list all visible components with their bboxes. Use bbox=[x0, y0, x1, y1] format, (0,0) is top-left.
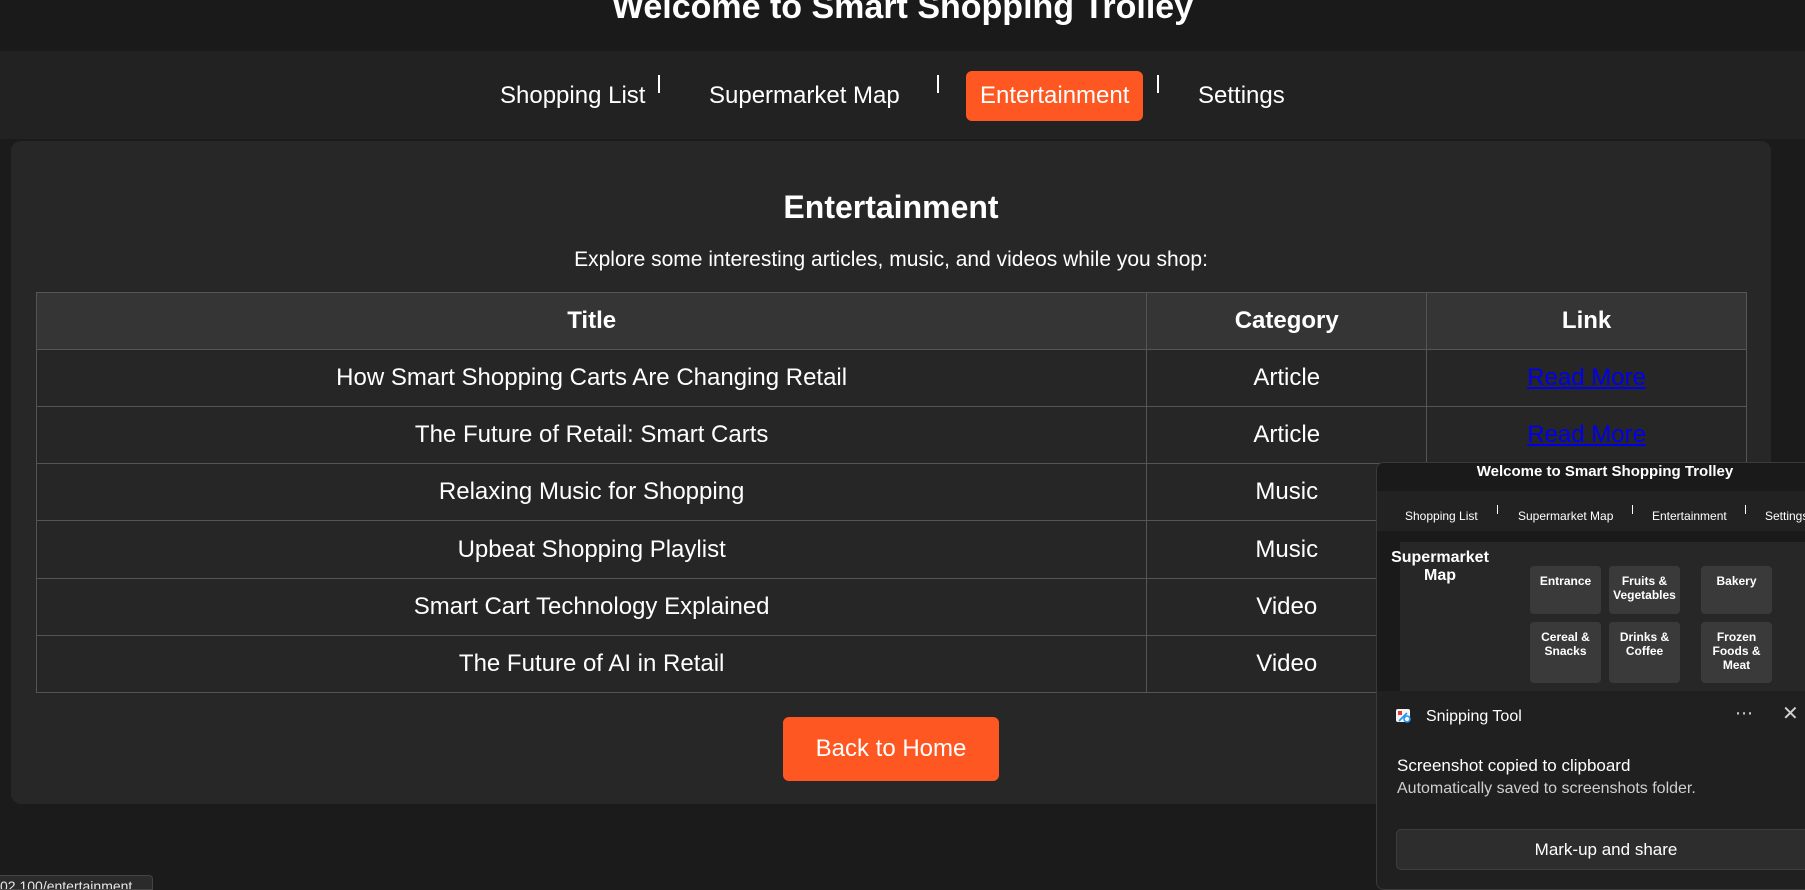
cell-category: Article bbox=[1146, 348, 1428, 408]
column-header-category: Category bbox=[1146, 292, 1428, 350]
thumbnail-map-section: Bakery bbox=[1701, 566, 1772, 614]
main-nav: Shopping List Supermarket Map Entertainm… bbox=[0, 51, 1805, 139]
thumbnail-map-section: Cereal & Snacks bbox=[1530, 622, 1601, 683]
nav-entertainment[interactable]: Entertainment bbox=[966, 71, 1144, 121]
cell-link: Read More bbox=[1426, 348, 1747, 408]
notification-app-name: Snipping Tool bbox=[1426, 708, 1522, 725]
cell-title: How Smart Shopping Carts Are Changing Re… bbox=[35, 348, 1148, 408]
read-more-link[interactable]: Read More bbox=[1527, 364, 1646, 391]
snipping-tool-icon bbox=[1396, 709, 1411, 723]
cell-title: The Future of Retail: Smart Carts bbox=[35, 406, 1148, 465]
cell-link: Read More bbox=[1426, 406, 1747, 465]
thumbnail-nav-separator bbox=[1497, 505, 1498, 514]
thumbnail-map-section: Frozen Foods & Meat bbox=[1701, 622, 1772, 683]
status-url-text: 02.100/entertainment bbox=[0, 878, 133, 890]
thumbnail-map-title: Supermarket Map bbox=[1391, 549, 1489, 584]
table-row: The Future of Retail: Smart Carts Articl… bbox=[35, 406, 1747, 465]
thumbnail-nav: Shopping List Supermarket Map Entertainm… bbox=[1377, 491, 1805, 531]
ellipsis-icon[interactable]: ⋯ bbox=[1735, 703, 1753, 724]
nav-supermarket-map[interactable]: Supermarket Map bbox=[695, 71, 914, 121]
cell-category: Article bbox=[1146, 406, 1428, 465]
thumbnail-nav-separator bbox=[1745, 505, 1746, 514]
column-header-link: Link bbox=[1426, 292, 1747, 350]
thumbnail-map-section: Fruits & Vegetables bbox=[1609, 566, 1680, 614]
thumbnail-nav-item: Shopping List bbox=[1405, 509, 1478, 523]
back-to-home-button[interactable]: Back to Home bbox=[783, 717, 999, 781]
thumbnail-title: Welcome to Smart Shopping Trolley bbox=[1476, 463, 1734, 480]
cell-title: Relaxing Music for Shopping bbox=[35, 463, 1148, 522]
site-title: Welcome to Smart Shopping Trolley bbox=[611, 0, 1194, 26]
close-icon[interactable]: ✕ bbox=[1782, 701, 1799, 726]
column-header-title: Title bbox=[35, 292, 1148, 350]
notification-sub-message: Automatically saved to screenshots folde… bbox=[1397, 780, 1696, 797]
thumbnail-nav-item: Entertainment bbox=[1652, 509, 1727, 523]
nav-separator bbox=[937, 75, 939, 93]
nav-separator bbox=[658, 75, 660, 93]
nav-separator bbox=[1157, 75, 1159, 93]
thumbnail-map-section: Entrance bbox=[1530, 566, 1601, 614]
table-header-row: Title Category Link bbox=[35, 292, 1747, 350]
cell-title: The Future of AI in Retail bbox=[35, 634, 1148, 694]
thumbnail-map-section: Drinks & Coffee bbox=[1609, 622, 1680, 683]
nav-shopping-list[interactable]: Shopping List bbox=[486, 71, 659, 121]
nav-settings[interactable]: Settings bbox=[1184, 71, 1299, 121]
cell-title: Smart Cart Technology Explained bbox=[35, 577, 1148, 636]
page-heading: Entertainment bbox=[783, 189, 999, 225]
page-intro: Explore some interesting articles, music… bbox=[574, 248, 1208, 271]
mark-up-and-share-button[interactable]: Mark-up and share bbox=[1396, 829, 1805, 870]
notification-message: Screenshot copied to clipboard bbox=[1397, 756, 1631, 775]
snipping-tool-notification[interactable]: Welcome to Smart Shopping Trolley Shoppi… bbox=[1376, 462, 1805, 890]
thumbnail-nav-item: Supermarket Map bbox=[1518, 509, 1614, 523]
read-more-link[interactable]: Read More bbox=[1527, 421, 1646, 448]
notification-body: Snipping Tool ⋯ ✕ Screenshot copied to c… bbox=[1377, 691, 1805, 889]
thumbnail-nav-item: Settings bbox=[1765, 509, 1805, 523]
table-row: How Smart Shopping Carts Are Changing Re… bbox=[35, 348, 1747, 408]
cell-title: Upbeat Shopping Playlist bbox=[35, 520, 1148, 579]
site-header: Welcome to Smart Shopping Trolley bbox=[0, 0, 1805, 51]
screenshot-thumbnail[interactable]: Welcome to Smart Shopping Trolley Shoppi… bbox=[1377, 463, 1805, 691]
thumbnail-nav-separator bbox=[1632, 505, 1633, 514]
